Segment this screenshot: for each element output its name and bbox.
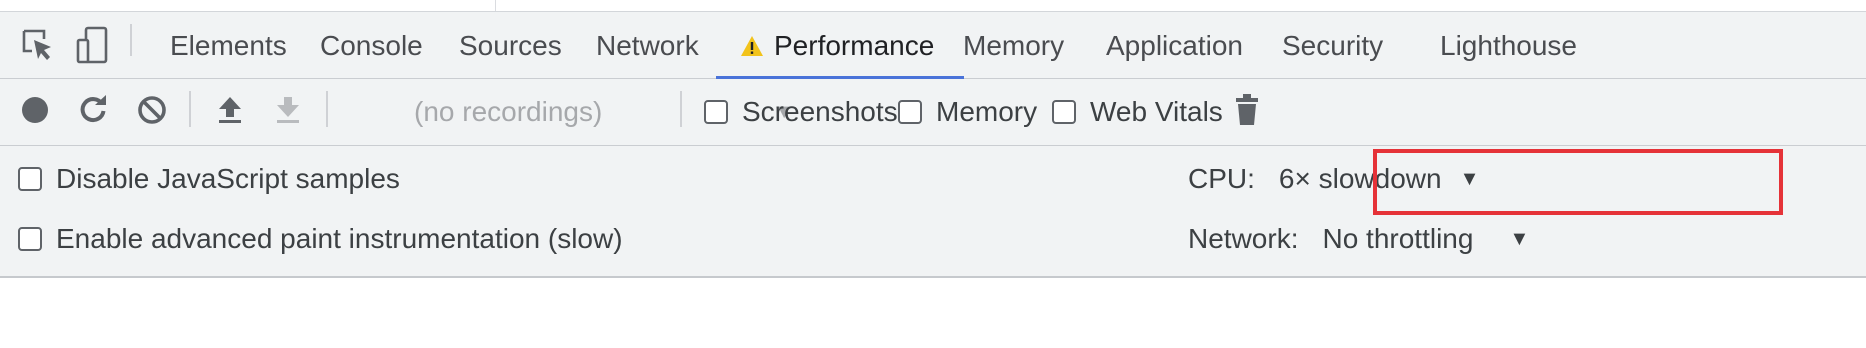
checkbox-box[interactable] [1052, 100, 1076, 124]
tab-label: Lighthouse [1440, 29, 1578, 61]
checkbox-box[interactable] [18, 227, 42, 251]
network-throttling-select[interactable]: No throttling ▼ [1322, 223, 1529, 255]
tab-network[interactable]: Network [596, 12, 699, 79]
checkbox-box[interactable] [704, 100, 728, 124]
load-profile-icon[interactable] [213, 92, 247, 128]
cpu-throttling-value: 6× slowdown [1278, 163, 1442, 194]
tab-label: Security [1282, 29, 1384, 61]
checkbox-label: Screenshots [742, 96, 898, 127]
tab-lighthouse[interactable]: Lighthouse [1440, 12, 1577, 79]
toolbar-separator [680, 91, 682, 127]
warning-icon [740, 35, 764, 57]
reload-record-icon[interactable] [76, 92, 110, 126]
toolbar-separator [189, 91, 191, 127]
checkbox-label: Enable advanced paint instrumentation (s… [56, 223, 623, 254]
network-throttling: Network: No throttling ▼ [1188, 206, 1529, 272]
tab-memory[interactable]: Memory [963, 12, 1064, 79]
disable-js-samples-checkbox[interactable]: Disable JavaScript samples [18, 146, 400, 212]
tab-label: Application [1106, 29, 1243, 61]
tab-label: Sources [459, 29, 562, 61]
trash-icon[interactable] [1232, 93, 1262, 127]
checkbox-box[interactable] [18, 167, 42, 191]
tab-label: Console [320, 29, 423, 61]
screenshots-checkbox[interactable]: Screenshots [704, 79, 898, 145]
tab-separator [130, 24, 132, 56]
tab-label: Performance [774, 29, 935, 61]
tab-elements[interactable]: Elements [170, 12, 287, 79]
tab-security[interactable]: Security [1282, 12, 1383, 79]
toolbar-separator [326, 91, 328, 127]
record-icon[interactable] [18, 93, 52, 127]
recordings-select-value: (no recordings) [414, 96, 603, 127]
device-toolbar-icon[interactable] [72, 22, 112, 68]
cpu-throttling-select[interactable]: 6× slowdown ▼ [1279, 163, 1479, 195]
capture-settings-pane: Disable JavaScript samples Enable advanc… [0, 146, 1866, 278]
checkbox-label: Disable JavaScript samples [56, 163, 400, 194]
advanced-paint-checkbox[interactable]: Enable advanced paint instrumentation (s… [18, 206, 623, 272]
tab-application[interactable]: Application [1106, 12, 1243, 79]
network-label: Network: [1188, 223, 1299, 254]
checkbox-label: Memory [936, 96, 1038, 127]
checkbox-label: Web Vitals [1090, 96, 1223, 127]
devtools-tab-bar: Elements Console Sources Network Perform… [0, 11, 1866, 79]
save-profile-icon[interactable] [271, 92, 305, 128]
chevron-down-icon: ▼ [1509, 227, 1530, 250]
tab-performance[interactable]: Performance [715, 12, 965, 79]
cpu-throttling: CPU: 6× slowdown ▼ [1188, 146, 1479, 212]
network-throttling-value: No throttling [1322, 223, 1474, 254]
tab-sources[interactable]: Sources [459, 12, 562, 79]
tab-label: Memory [963, 29, 1065, 61]
timeline-content-area [0, 278, 1866, 348]
clear-icon[interactable] [135, 93, 169, 127]
chevron-down-icon: ▼ [1459, 167, 1480, 190]
memory-checkbox[interactable]: Memory [898, 79, 1037, 145]
top-divider [495, 0, 496, 11]
cpu-label: CPU: [1188, 163, 1255, 194]
checkbox-box[interactable] [898, 100, 922, 124]
performance-toolbar: (no recordings) ▼ Screenshots Memory Web… [0, 79, 1866, 146]
tab-console[interactable]: Console [320, 12, 423, 79]
web-vitals-checkbox[interactable]: Web Vitals [1052, 79, 1223, 145]
inspect-element-icon[interactable] [18, 22, 58, 68]
tab-label: Network [596, 29, 699, 61]
top-strip [0, 0, 1866, 11]
tab-label: Elements [170, 29, 287, 61]
